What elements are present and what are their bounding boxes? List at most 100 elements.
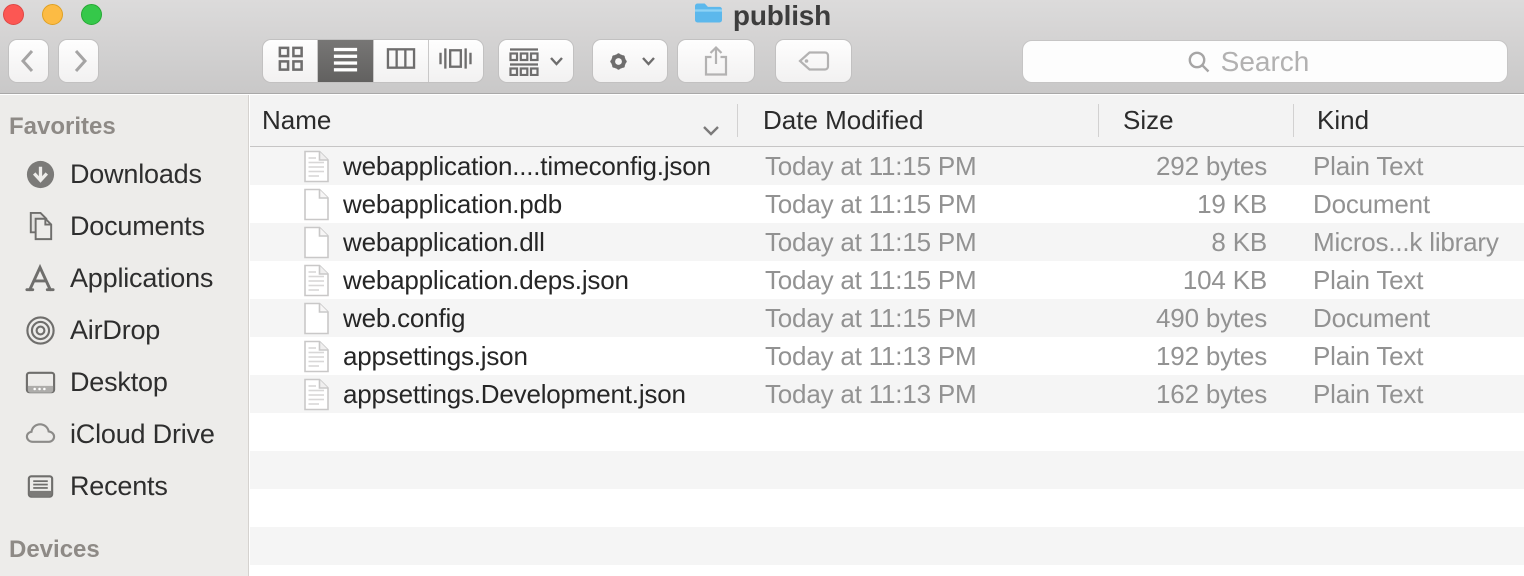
titlebar: publish xyxy=(0,0,1524,31)
column-headers: Name Date Modified Size Kind xyxy=(250,95,1524,147)
sidebar-item-applications[interactable]: Applications xyxy=(0,252,248,304)
file-size: 490 bytes xyxy=(1098,303,1293,334)
forward-icon xyxy=(67,48,91,74)
table-row[interactable]: webapplication.deps.json Today at 11:15 P… xyxy=(250,261,1524,299)
table-row[interactable]: appsettings.Development.jsonToday at 11:… xyxy=(250,375,1524,413)
view-mode-switcher xyxy=(262,39,484,83)
sidebar-item-airdrop[interactable]: AirDrop xyxy=(0,304,248,356)
file-date-modified: Today at 11:13 PM xyxy=(737,341,1098,372)
empty-row xyxy=(250,527,1524,565)
file-size: 19 KB xyxy=(1098,189,1293,220)
column-label: Kind xyxy=(1317,105,1369,136)
sidebar-item-label: AirDrop xyxy=(70,315,160,346)
file-kind: Plain Text xyxy=(1293,341,1524,372)
view-mode-column-view-icon[interactable] xyxy=(374,40,429,82)
file-kind: Document xyxy=(1293,189,1524,220)
file-size: 104 KB xyxy=(1098,265,1293,296)
column-header-date-modified[interactable]: Date Modified xyxy=(737,95,1098,146)
tag-icon xyxy=(797,49,831,73)
sidebar-item-icloud-drive[interactable]: iCloud Drive xyxy=(0,408,248,460)
column-header-size[interactable]: Size xyxy=(1098,95,1293,146)
sidebar-section-label: Favorites xyxy=(0,112,248,142)
text-document-icon xyxy=(303,378,330,411)
empty-row xyxy=(250,565,1524,576)
table-row[interactable]: appsettings.json Today at 11:13 PM192 byt… xyxy=(250,337,1524,375)
sidebar-item-desktop[interactable]: Desktop xyxy=(0,356,248,408)
file-size: 162 bytes xyxy=(1098,379,1293,410)
table-row[interactable]: web.config Today at 11:15 PM490 bytesDocu… xyxy=(250,299,1524,337)
blank-document-icon xyxy=(303,226,330,259)
forward-button[interactable] xyxy=(58,39,99,83)
back-icon xyxy=(17,48,41,74)
file-date-modified: Today at 11:15 PM xyxy=(737,227,1098,258)
sidebar: Favorites Downloads Documents Applications A… xyxy=(0,95,249,576)
view-mode-list-view-icon[interactable] xyxy=(318,40,373,82)
sidebar-item-label: Desktop xyxy=(70,367,168,398)
arrange-group-icon xyxy=(508,47,540,76)
text-document-icon xyxy=(303,340,330,373)
chevron-down-icon xyxy=(549,56,564,66)
action-menu-button[interactable] xyxy=(592,39,668,83)
search-input[interactable] xyxy=(1023,41,1507,82)
file-size: 192 bytes xyxy=(1098,341,1293,372)
column-label: Size xyxy=(1123,105,1174,136)
table-row[interactable]: webapplication.pdb Today at 11:15 PM19 KB… xyxy=(250,185,1524,223)
file-rows: webapplication....timeconfig.json Today a… xyxy=(250,147,1524,576)
applications-icon xyxy=(19,262,61,295)
file-date-modified: Today at 11:15 PM xyxy=(737,151,1098,182)
share-button[interactable] xyxy=(677,39,755,83)
file-kind: Document xyxy=(1293,303,1524,334)
sidebar-item-recents[interactable]: Recents xyxy=(0,460,248,512)
view-mode-coverflow-view-icon[interactable] xyxy=(429,40,483,82)
file-name: webapplication....timeconfig.json xyxy=(343,151,711,182)
gear-action-icon xyxy=(605,48,632,75)
table-row[interactable]: webapplication....timeconfig.json Today a… xyxy=(250,147,1524,185)
column-label: Name xyxy=(262,105,331,136)
finder-window: publish xyxy=(0,0,1524,576)
icloud-icon xyxy=(19,418,61,451)
file-kind: Plain Text xyxy=(1293,151,1524,182)
empty-row xyxy=(250,451,1524,489)
view-mode-icon-view-icon[interactable] xyxy=(263,40,318,82)
recents-icon xyxy=(19,470,61,503)
sidebar-item-label: Recents xyxy=(70,471,168,502)
file-date-modified: Today at 11:15 PM xyxy=(737,303,1098,334)
sidebar-item-label: Applications xyxy=(70,263,213,294)
documents-icon xyxy=(19,210,61,243)
list-view-icon xyxy=(331,44,360,78)
file-date-modified: Today at 11:15 PM xyxy=(737,189,1098,220)
window-title: publish xyxy=(733,0,831,32)
column-header-name[interactable]: Name xyxy=(250,95,737,146)
arrange-button[interactable] xyxy=(498,39,574,83)
sidebar-item-label: Documents xyxy=(70,211,205,242)
table-row[interactable]: webapplication.dllToday at 11:15 PM8 KBM… xyxy=(250,223,1524,261)
blank-document-icon xyxy=(303,188,330,221)
file-date-modified: Today at 11:15 PM xyxy=(737,265,1098,296)
airdrop-icon xyxy=(19,314,61,347)
column-header-kind[interactable]: Kind xyxy=(1293,95,1524,146)
file-name: webapplication.pdb xyxy=(343,189,562,220)
sidebar-item-documents[interactable]: Documents xyxy=(0,200,248,252)
sidebar-item-downloads[interactable]: Downloads xyxy=(0,148,248,200)
file-name: webapplication.deps.json xyxy=(343,265,629,296)
search-field[interactable] xyxy=(1022,40,1508,83)
back-button[interactable] xyxy=(8,39,49,83)
file-name: appsettings.json xyxy=(343,341,528,372)
file-date-modified: Today at 11:13 PM xyxy=(737,379,1098,410)
empty-row xyxy=(250,413,1524,451)
desktop-icon xyxy=(19,366,61,399)
file-size: 292 bytes xyxy=(1098,151,1293,182)
blank-document-icon xyxy=(303,302,330,335)
file-kind: Plain Text xyxy=(1293,379,1524,410)
icon-view-icon xyxy=(276,44,305,78)
tag-button[interactable] xyxy=(775,39,852,83)
window-header: publish xyxy=(0,0,1524,94)
text-document-icon xyxy=(303,150,330,183)
file-size: 8 KB xyxy=(1098,227,1293,258)
text-document-icon xyxy=(303,264,330,297)
file-name: web.config xyxy=(343,303,465,334)
empty-row xyxy=(250,489,1524,527)
sidebar-item-label: iCloud Drive xyxy=(70,419,215,450)
downloads-icon xyxy=(19,158,61,191)
sidebar-section-label: Devices xyxy=(0,535,248,565)
